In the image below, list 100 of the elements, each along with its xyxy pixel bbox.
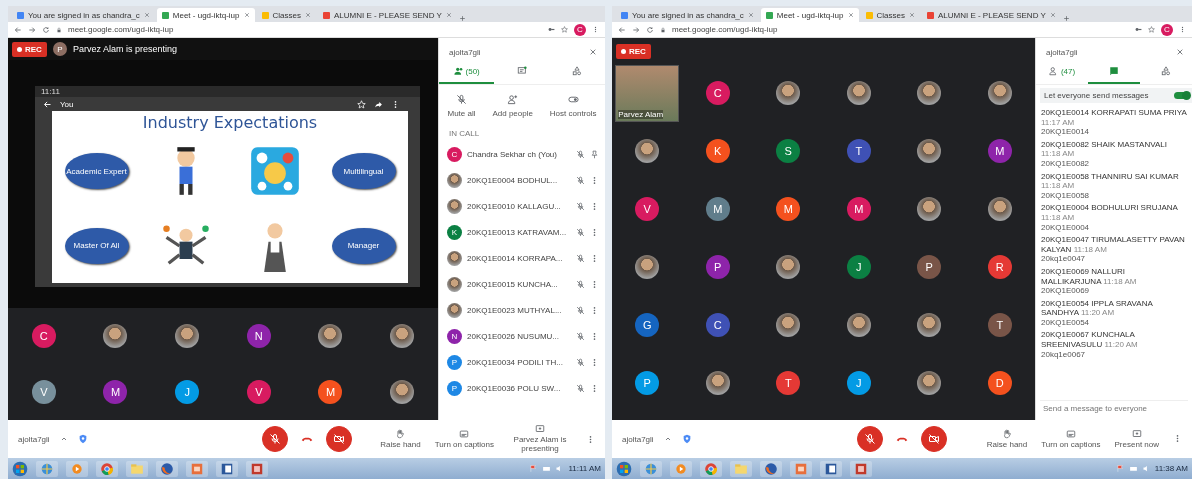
avatar-photo	[447, 276, 462, 292]
captions-button[interactable]: Turn on captions	[1041, 428, 1101, 450]
clock-time[interactable]: 11:38 AM	[1154, 464, 1188, 473]
lock-icon	[660, 26, 666, 33]
globe-icon[interactable]	[644, 461, 658, 476]
close-icon[interactable]	[1049, 12, 1056, 18]
start-button-icon[interactable]	[12, 460, 28, 477]
document-app-icon[interactable]	[220, 461, 234, 476]
avatar: C	[705, 81, 730, 105]
key-icon[interactable]	[548, 26, 555, 33]
status-time: 11:11	[41, 87, 60, 96]
close-icon[interactable]	[304, 12, 311, 18]
flag-icon[interactable]	[1115, 464, 1125, 473]
caret-icon[interactable]	[59, 435, 68, 443]
avatar: V	[635, 197, 660, 221]
message-input[interactable]: Send a message to everyone	[1040, 400, 1188, 416]
avatar-photo	[917, 139, 942, 163]
browser-tab[interactable]: Meet - ugd-iktq-iup	[760, 8, 859, 22]
message-header: 20KQ1E0082 SHAIK MASTANVALI 11:18 AM	[1041, 139, 1168, 159]
fox-browser-icon[interactable]	[764, 461, 778, 476]
captions-button[interactable]: Turn on captions	[434, 428, 494, 450]
raise-hand-button[interactable]: Raise hand	[986, 428, 1028, 450]
microphone-button[interactable]	[261, 426, 288, 452]
people-tab[interactable]: (47)	[1036, 60, 1088, 84]
mic-off-icon[interactable]	[576, 331, 585, 341]
mic-off-icon[interactable]	[576, 279, 585, 289]
mic-off-icon[interactable]	[576, 305, 585, 315]
avatar: M	[846, 197, 871, 221]
flag-icon[interactable]	[529, 464, 539, 473]
camera-button[interactable]	[921, 426, 947, 452]
globe-icon[interactable]	[40, 461, 54, 476]
meeting-code[interactable]: ajolta7gli	[18, 434, 50, 444]
caret-icon[interactable]	[663, 435, 672, 443]
favicon-icon	[765, 11, 773, 19]
mic-off-icon[interactable]	[576, 149, 585, 159]
profile-avatar[interactable]: C	[574, 23, 586, 36]
url-text[interactable]: meet.google.com/ugd-iktq-iup	[68, 25, 542, 34]
close-icon[interactable]	[908, 12, 915, 18]
mute-all-button[interactable]: Mute all	[447, 94, 476, 118]
star-icon[interactable]	[1148, 26, 1155, 33]
menu-icon[interactable]	[592, 26, 599, 33]
browser-tab[interactable]: Meet - ugd-iktq-iup	[156, 8, 255, 22]
new-tab-icon[interactable]	[458, 15, 466, 22]
mic-off-icon[interactable]	[576, 357, 585, 367]
media-player-icon[interactable]	[674, 461, 688, 476]
present-button[interactable]: Parvez Alam is presenting	[508, 424, 572, 454]
network-icon[interactable]	[1128, 464, 1138, 473]
add-people-button[interactable]: Add people	[492, 94, 533, 118]
raise-hand-button[interactable]: Raise hand	[380, 428, 421, 450]
close-icon[interactable]	[1176, 48, 1184, 56]
document-app-icon[interactable]	[824, 461, 838, 476]
star-icon[interactable]	[561, 26, 568, 33]
close-icon[interactable]	[243, 12, 250, 18]
toggle-switch[interactable]	[1174, 92, 1190, 99]
participant-name: 20KQ1E0026 NUSUMU...	[467, 331, 561, 341]
network-icon[interactable]	[542, 464, 552, 473]
browser-icon[interactable]	[704, 461, 718, 476]
camera-off-icon	[928, 433, 940, 445]
browser-icon[interactable]	[100, 461, 114, 476]
close-icon[interactable]	[589, 48, 597, 56]
new-tab-icon[interactable]	[1062, 15, 1070, 22]
participant-name: Chandra Sekhar ch (You)	[467, 149, 558, 159]
meeting-code[interactable]: ajolta7gli	[622, 434, 654, 444]
pin-icon[interactable]	[590, 149, 599, 159]
shield-icon[interactable]	[77, 434, 88, 444]
close-icon[interactable]	[847, 12, 854, 18]
key-icon[interactable]	[1135, 26, 1142, 33]
microphone-button[interactable]	[857, 426, 883, 452]
reload-icon[interactable]	[42, 25, 50, 34]
mic-off-icon[interactable]	[576, 383, 585, 393]
camera-button[interactable]	[325, 426, 352, 452]
close-icon[interactable]	[747, 12, 754, 18]
shield-icon[interactable]	[681, 434, 692, 444]
url-text[interactable]: meet.google.com/ugd-iktq-iup	[672, 25, 1129, 34]
mic-off-icon[interactable]	[576, 227, 585, 237]
fox-browser-icon[interactable]	[160, 461, 174, 476]
start-button-icon[interactable]	[616, 460, 632, 477]
hand-icon	[1002, 428, 1012, 439]
slides-app-icon[interactable]	[794, 461, 808, 476]
close-icon[interactable]	[143, 12, 150, 18]
picture-app-icon[interactable]	[854, 461, 868, 476]
mic-off-icon[interactable]	[576, 201, 585, 211]
forward-icon[interactable]	[632, 25, 640, 34]
present-button[interactable]: Present now	[1114, 428, 1159, 450]
reload-icon[interactable]	[646, 25, 654, 34]
slides-app-icon[interactable]	[190, 461, 204, 476]
media-player-icon[interactable]	[70, 461, 84, 476]
picture-app-icon[interactable]	[250, 461, 264, 476]
mic-off-icon[interactable]	[576, 253, 585, 263]
close-icon[interactable]	[445, 12, 452, 18]
share-icon[interactable]	[374, 99, 383, 109]
mic-off-icon[interactable]	[576, 175, 585, 185]
profile-avatar[interactable]: C	[1161, 23, 1173, 36]
forward-icon[interactable]	[28, 25, 36, 34]
participant-name: 20KQ1E0036 POLU SW...	[467, 383, 562, 393]
menu-icon[interactable]	[1179, 26, 1186, 33]
clock-time[interactable]: 11:11 AM	[568, 464, 601, 473]
host-controls-button[interactable]: Host controls	[549, 94, 597, 118]
message-header: 20KQ1E0054 IPPLA SRAVANA SANDHYA 11:20 AM	[1041, 298, 1154, 318]
people-tab[interactable]: (50)	[439, 60, 495, 84]
